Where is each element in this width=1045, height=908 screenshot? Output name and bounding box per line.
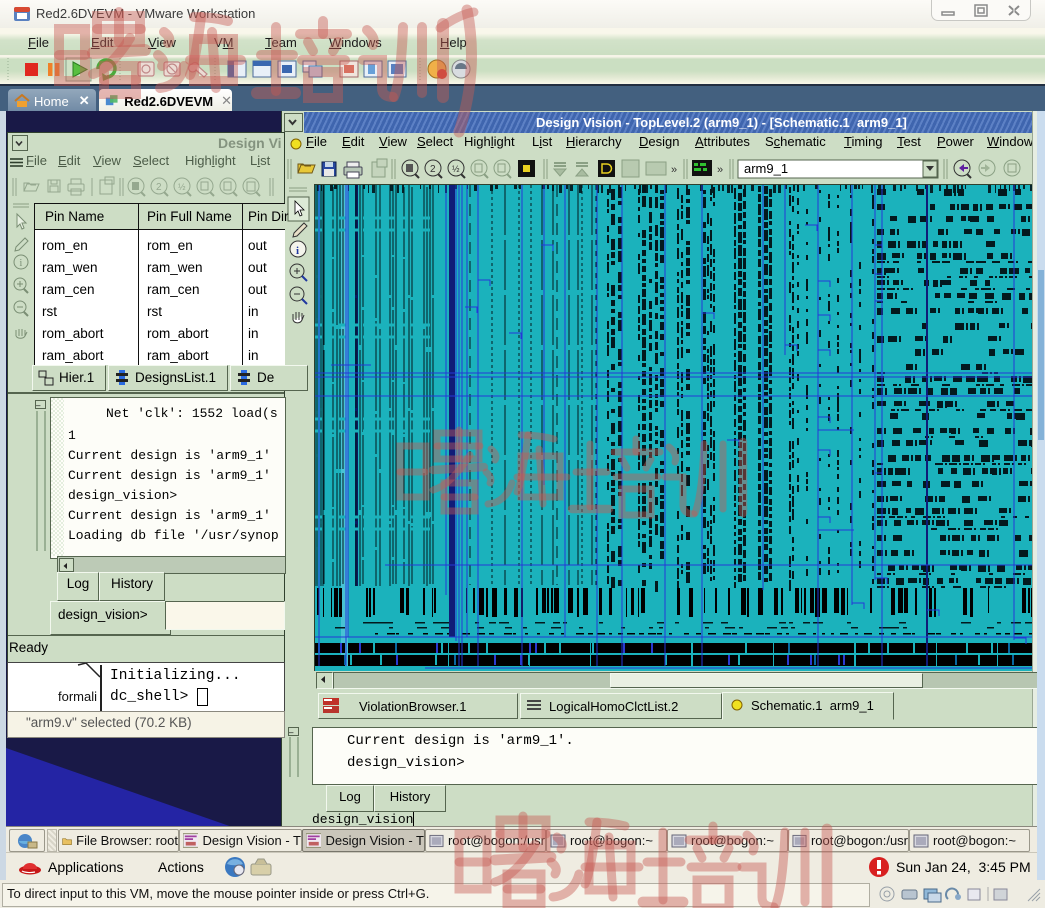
svg-text:i: i	[296, 245, 299, 257]
svg-text:»: »	[717, 164, 723, 176]
svg-text:2: 2	[430, 164, 436, 175]
svg-text:i: i	[20, 258, 23, 269]
svg-text:arm9_1: arm9_1	[744, 161, 788, 176]
svg-text:½: ½	[178, 182, 186, 192]
svg-text:½: ½	[452, 164, 460, 174]
svg-text:2: 2	[156, 182, 162, 193]
svg-text:»: »	[671, 164, 677, 176]
